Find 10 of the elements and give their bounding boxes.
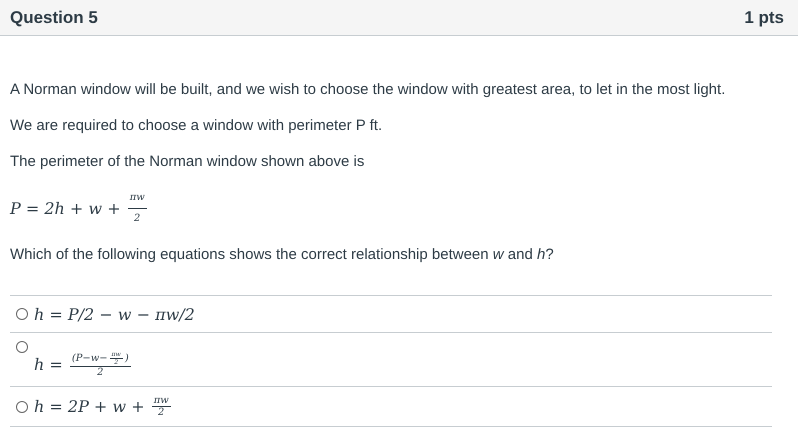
- question-title: Question 5: [10, 8, 98, 28]
- question-text: A Norman window will be built, and we wish to choose the window with greatest area, to let in the most light.: [10, 80, 726, 100]
- question-text: We are required to choose a window with perimeter P ft.: [10, 116, 384, 136]
- radio-button[interactable]: [16, 400, 28, 412]
- radio-button[interactable]: [16, 308, 28, 320]
- points-label: 1 pts: [744, 8, 784, 28]
- answer-formula: h = P/2 − w − πw/2: [34, 304, 195, 324]
- radio-button[interactable]: [16, 341, 28, 353]
- question-text: Which of the following equations shows the correct relationship between w and h?: [10, 245, 555, 265]
- question-text: The perimeter of the Norman window shown above is: [10, 152, 366, 172]
